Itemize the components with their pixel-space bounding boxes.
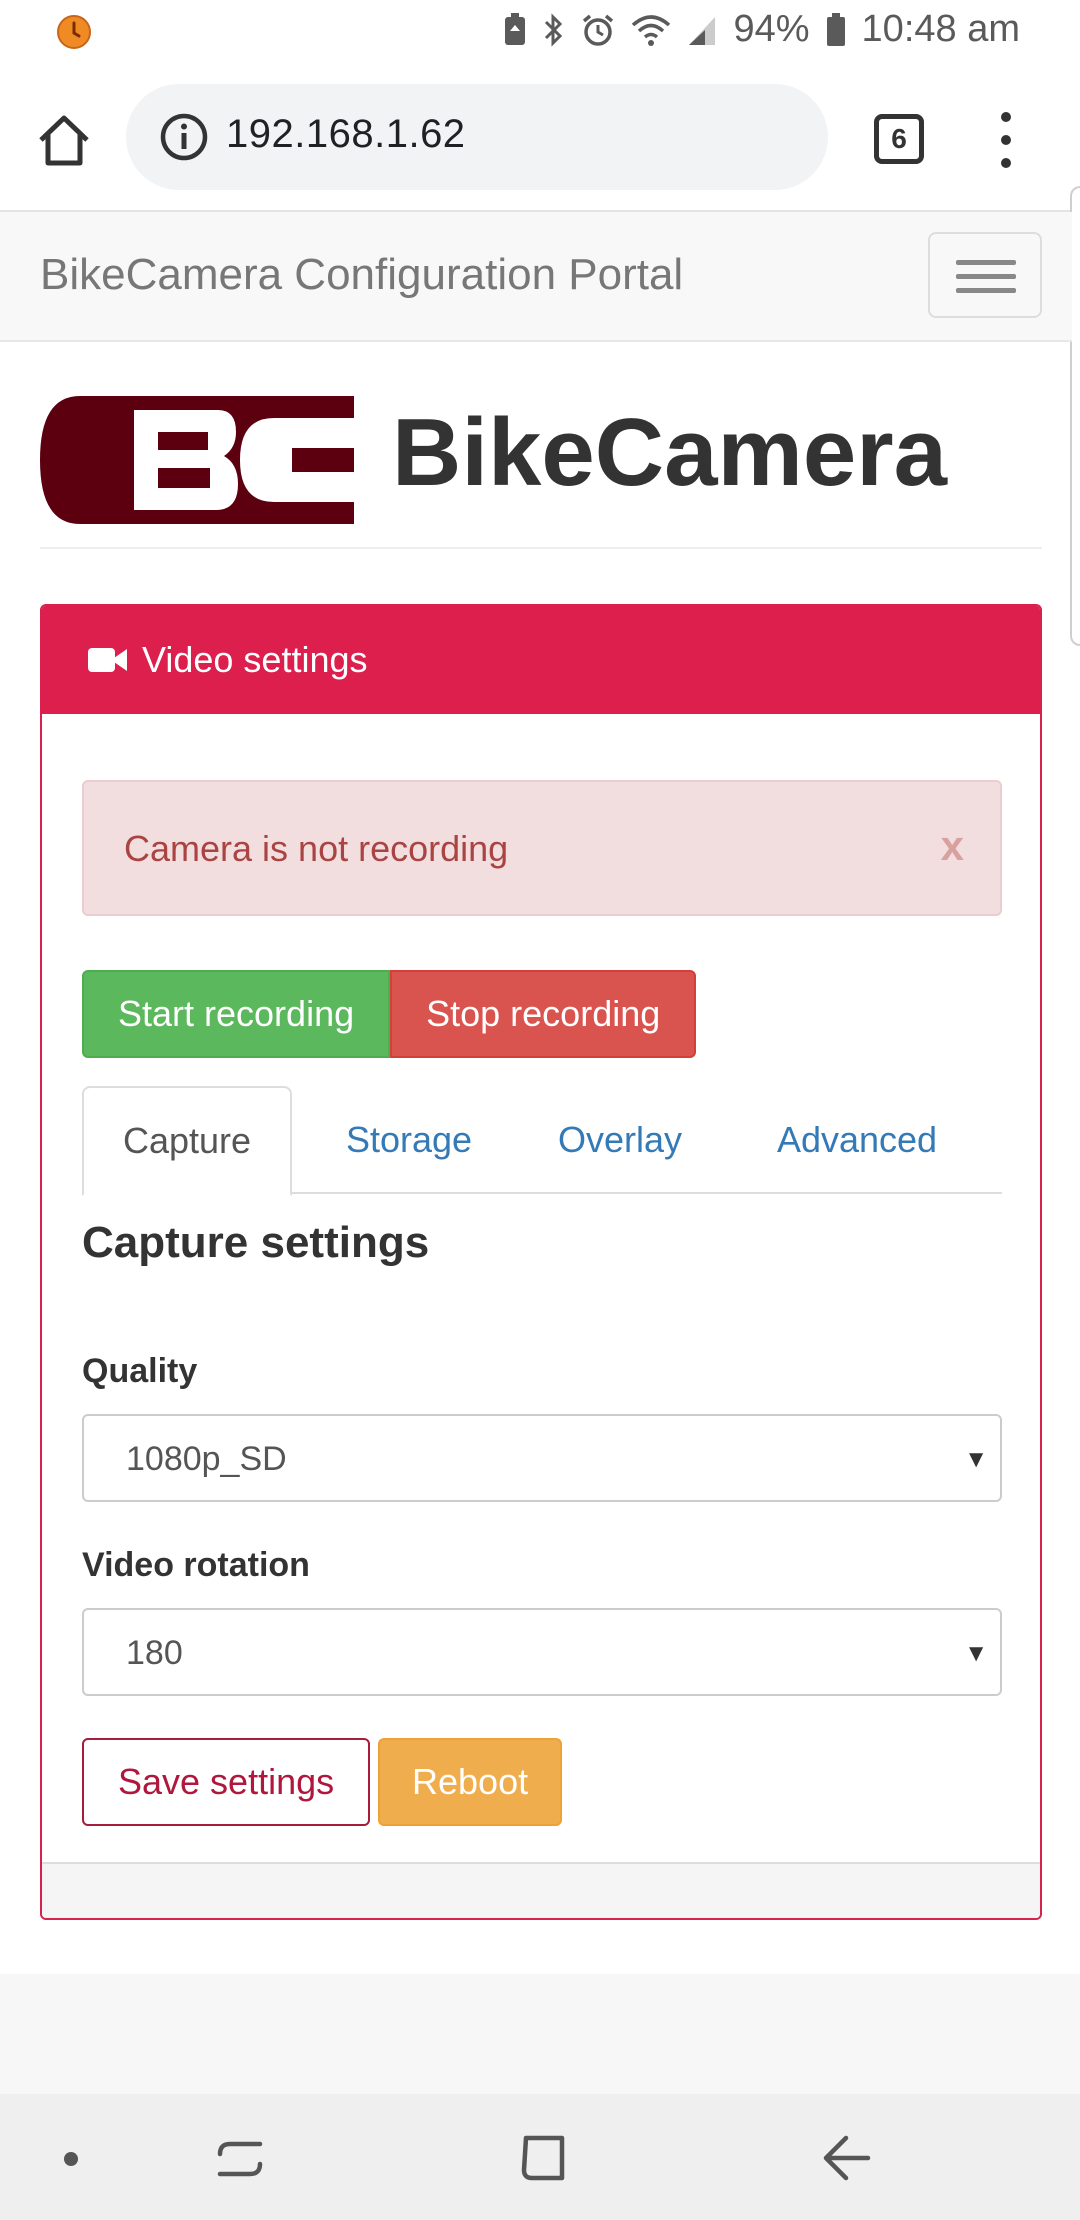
caret-down-icon: ▼ — [964, 1640, 988, 1667]
video-camera-icon — [88, 648, 127, 672]
recording-status-alert: Camera is not recording x — [82, 780, 1002, 916]
home-icon — [39, 115, 89, 166]
wifi-icon — [631, 13, 671, 47]
reboot-button[interactable]: Reboot — [378, 1738, 563, 1826]
notification-icon — [56, 14, 92, 55]
clock-time: 10:48 am — [861, 8, 1020, 50]
divider — [40, 547, 1042, 549]
signal-icon — [687, 13, 717, 47]
status-bar: 94% 10:48 am — [0, 0, 1080, 64]
quality-select[interactable]: 1080p_SD ▼ — [82, 1414, 1002, 1502]
tab-capture[interactable]: Capture — [82, 1086, 292, 1196]
battery-percent: 94% — [733, 8, 810, 50]
save-settings-button[interactable]: Save settings — [82, 1738, 371, 1826]
page-footer-area — [0, 1974, 1080, 2094]
stop-recording-button[interactable]: Stop recording — [390, 970, 697, 1058]
quality-label: Quality — [82, 1352, 198, 1390]
alert-close-button[interactable]: x — [941, 822, 964, 870]
recent-apps-button[interactable] — [216, 2130, 264, 2191]
video-rotation-label: Video rotation — [82, 1546, 310, 1584]
recording-button-group: Start recording Stop recording — [82, 970, 697, 1058]
navbar-brand[interactable]: BikeCamera Configuration Portal — [40, 250, 683, 300]
nav-dot-icon[interactable] — [64, 2152, 78, 2166]
settings-tabs: Capture Storage Overlay Advanced — [82, 1086, 1002, 1196]
tab-advanced[interactable]: Advanced — [732, 1086, 982, 1194]
bikecamera-logo — [40, 396, 354, 524]
site-navbar: BikeCamera Configuration Portal — [0, 212, 1072, 342]
hamburger-icon — [956, 260, 1016, 265]
quality-value: 1080p_SD — [126, 1440, 287, 1478]
video-settings-panel: Video settings Camera is not recording x… — [40, 604, 1042, 1920]
start-recording-button[interactable]: Start recording — [82, 970, 391, 1058]
more-vert-icon — [1001, 112, 1011, 122]
panel-heading: Video settings — [42, 606, 1040, 714]
browser-menu-button[interactable] — [984, 108, 1028, 172]
video-rotation-select[interactable]: 180 ▼ — [82, 1608, 1002, 1696]
status-icons: 94% 10:48 am — [503, 8, 1020, 51]
system-navigation-bar — [0, 2094, 1080, 2220]
tab-storage[interactable]: Storage — [304, 1086, 514, 1194]
recent-apps-icon — [217, 2141, 263, 2177]
url-text: 192.168.1.62 — [226, 112, 466, 156]
home-nav-button[interactable] — [518, 2130, 568, 2191]
panel-title: Video settings — [142, 639, 368, 680]
section-title: Capture settings — [82, 1218, 430, 1267]
overview-square-icon — [521, 2135, 565, 2181]
caret-down-icon: ▼ — [964, 1446, 988, 1473]
back-arrow-icon — [823, 2135, 871, 2181]
browser-toolbar: 192.168.1.62 6 — [0, 64, 1080, 212]
alert-message: Camera is not recording — [124, 828, 509, 869]
navbar-toggle-button[interactable] — [928, 232, 1042, 318]
site-title: BikeCamera — [392, 399, 947, 506]
address-bar[interactable]: 192.168.1.62 — [126, 84, 828, 190]
panel-footer — [42, 1862, 1040, 1918]
info-icon[interactable] — [160, 113, 208, 161]
bluetooth-icon — [543, 12, 565, 47]
tab-overlay[interactable]: Overlay — [516, 1086, 724, 1194]
home-button[interactable] — [30, 106, 98, 174]
battery-icon — [826, 12, 846, 47]
back-nav-button[interactable] — [822, 2130, 872, 2191]
rotation-value: 180 — [126, 1634, 183, 1672]
tab-switcher-button[interactable]: 6 — [874, 114, 924, 164]
alarm-icon — [581, 13, 615, 47]
battery-saver-icon — [503, 12, 527, 47]
